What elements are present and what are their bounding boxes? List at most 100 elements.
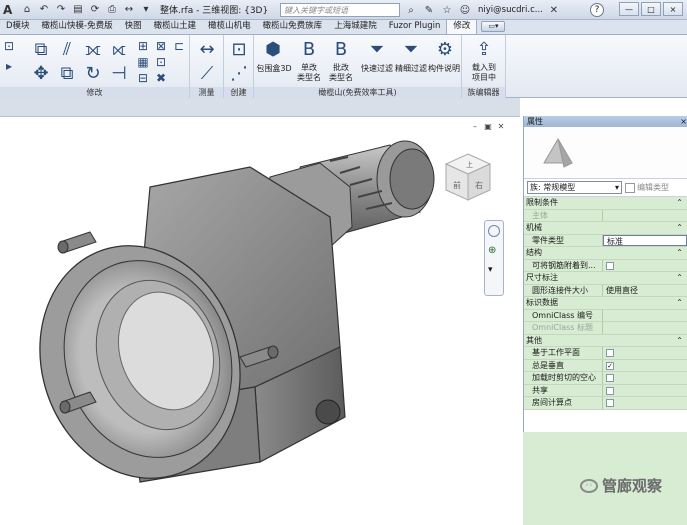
room-calc-checkbox[interactable] xyxy=(606,399,614,407)
prop-row[interactable]: 主体 xyxy=(524,209,687,222)
view-cube-right-label[interactable]: 右 xyxy=(475,180,483,190)
batch-type-icon[interactable]: B xyxy=(330,39,352,61)
exchange-icon[interactable]: ✕ xyxy=(547,3,561,17)
split-icon[interactable]: ⊞ xyxy=(136,39,150,53)
properties-close-icon[interactable]: × xyxy=(680,116,687,127)
tab-olive-library[interactable]: 橄榄山免费族库 xyxy=(257,20,329,34)
delete-icon[interactable]: ✖ xyxy=(154,71,168,85)
view-cube-front-label[interactable]: 前 xyxy=(453,180,461,190)
star-icon[interactable]: ☆ xyxy=(440,3,454,17)
tab-modify[interactable]: 修改 xyxy=(446,19,478,34)
viewport-close-icon[interactable]: ✕ xyxy=(496,122,506,132)
prop-row[interactable]: 零件类型 标准 xyxy=(524,234,687,247)
app-menu-button[interactable]: A xyxy=(3,3,17,17)
load-project-label-1[interactable]: 载入到 xyxy=(464,63,504,73)
component-desc-icon[interactable]: ⚙ xyxy=(434,39,456,61)
quick-filter-label[interactable]: 快速过滤 xyxy=(358,64,396,74)
prop-row[interactable]: 基于工作平面 xyxy=(524,347,687,360)
offset-icon[interactable]: ▸ xyxy=(2,59,16,73)
type-name-label-2[interactable]: 类型名 xyxy=(324,73,358,83)
offset-tool-icon[interactable]: ⫽ xyxy=(56,39,78,61)
scale-icon[interactable]: ⊟ xyxy=(136,71,150,85)
viewport-restore-icon[interactable]: ▣ xyxy=(483,122,493,132)
tab-olive-civil[interactable]: 橄榄山土建 xyxy=(148,20,203,34)
array-icon[interactable]: ▦ xyxy=(136,55,150,69)
type-selector[interactable]: 族: 常规模型 xyxy=(527,181,622,194)
binoculars-icon[interactable]: ⌕ xyxy=(404,3,418,17)
tab-fuzor[interactable]: Fuzor Plugin xyxy=(383,20,447,34)
user-name[interactable]: niyi@sucdri.c... xyxy=(478,5,543,15)
view-cube-top-label[interactable]: 上 xyxy=(466,160,473,169)
edit-type-button[interactable]: 编辑类型 xyxy=(625,182,669,193)
zoom-icon[interactable]: ⊕ xyxy=(488,245,500,257)
group-dimensions[interactable]: 尺寸标注 ⌃ xyxy=(524,272,687,285)
user-icon[interactable]: ☺ xyxy=(458,3,472,17)
rebar-attach-checkbox[interactable] xyxy=(606,261,614,270)
load-into-project-icon[interactable]: ⇪ xyxy=(473,39,495,61)
steering-wheel-icon[interactable] xyxy=(488,225,500,237)
undo-icon[interactable]: ↶ xyxy=(37,3,51,17)
sync-icon[interactable]: ⟳ xyxy=(88,3,102,17)
pin-icon[interactable]: ⊠ xyxy=(154,39,168,53)
prop-row[interactable]: OmniClass 标题 xyxy=(524,322,687,335)
part-type-field[interactable]: 标准 xyxy=(603,234,687,246)
redo-icon[interactable]: ↷ xyxy=(54,3,68,17)
tab-d-module[interactable]: D模块 xyxy=(0,20,36,34)
prop-row[interactable]: 总是垂直 ✓ xyxy=(524,359,687,372)
minimize-button[interactable]: — xyxy=(619,2,639,16)
single-type-icon[interactable]: B xyxy=(298,39,320,61)
group-other[interactable]: 其他 ⌃ xyxy=(524,334,687,347)
prop-row[interactable]: OmniClass 编号 xyxy=(524,309,687,322)
prop-row[interactable]: 房间计算点 xyxy=(524,397,687,410)
trim-icon[interactable]: ⊣ xyxy=(108,63,130,85)
close-button[interactable]: × xyxy=(663,2,683,16)
measure-icon[interactable]: ↔ xyxy=(122,3,136,17)
work-plane-checkbox[interactable] xyxy=(606,349,614,357)
align-icon[interactable]: ⊡ xyxy=(2,39,16,53)
extend-icon[interactable]: ⊏ xyxy=(172,39,186,53)
group-mechanical[interactable]: 机械 ⌃ xyxy=(524,222,687,235)
help-button[interactable]: ? xyxy=(590,3,604,17)
component-desc-label[interactable]: 构件说明 xyxy=(426,64,462,74)
load-project-label-2[interactable]: 项目中 xyxy=(464,73,504,83)
search-input[interactable]: 键入关键字或短语 xyxy=(280,3,400,17)
fine-filter-label[interactable]: 精细过滤 xyxy=(392,64,430,74)
single-change-label[interactable]: 单改 xyxy=(294,63,324,73)
prop-row[interactable]: 共享 xyxy=(524,384,687,397)
batch-change-label[interactable]: 批改 xyxy=(326,63,356,73)
type-name-label-1[interactable]: 类型名 xyxy=(292,73,326,83)
cut-void-checkbox[interactable] xyxy=(606,374,614,382)
prop-row[interactable]: 可将钢筋附着到... xyxy=(524,259,687,272)
group-constraints[interactable]: 限制条件 ⌃ xyxy=(524,197,687,210)
bbox-3d-label[interactable]: 包围盒3D xyxy=(256,64,292,74)
prop-row[interactable]: 圆形连接件大小 使用直径 xyxy=(524,284,687,297)
shared-checkbox[interactable] xyxy=(606,386,614,395)
create-group-icon[interactable]: ⊡ xyxy=(228,39,250,61)
ribbon-minimize-icon[interactable]: ▭▾ xyxy=(481,21,506,32)
always-vertical-checkbox[interactable]: ✓ xyxy=(606,361,614,370)
print-icon[interactable]: ⎙ xyxy=(105,3,119,17)
group-identity[interactable]: 标识数据 ⌃ xyxy=(524,297,687,310)
copy-icon[interactable]: ⧉ xyxy=(30,39,52,61)
copy-tool-icon[interactable]: ⧉ xyxy=(56,63,78,85)
view-cube[interactable]: 上 前 右 xyxy=(442,150,494,206)
tab-olive-quick[interactable]: 橄榄山快模-免费版 xyxy=(36,20,119,34)
dropdown-icon[interactable]: ▾ xyxy=(139,3,153,17)
mirror-draw-icon[interactable]: ⟖ xyxy=(108,39,130,61)
save-icon[interactable]: ▤ xyxy=(71,3,85,17)
group-structure[interactable]: 结构 ⌃ xyxy=(524,247,687,260)
home-icon[interactable]: ⌂ xyxy=(20,3,34,17)
move-icon[interactable]: ✥ xyxy=(30,63,52,85)
create-similar-icon[interactable]: ⋰ xyxy=(228,63,250,85)
measure-distance-icon[interactable]: ↔ xyxy=(196,39,218,61)
unpin-icon[interactable]: ⊡ xyxy=(154,55,168,69)
mirror-icon[interactable]: ⟗ xyxy=(82,39,104,61)
viewport-minimize-icon[interactable]: – xyxy=(470,122,480,132)
tab-olive-mep[interactable]: 橄榄山机电 xyxy=(202,20,257,34)
fine-filter-icon[interactable]: ⏷ xyxy=(400,39,422,61)
subscription-icon[interactable]: ✎ xyxy=(422,3,436,17)
rotate-icon[interactable]: ↻ xyxy=(82,63,104,85)
prop-row[interactable]: 加载时剪切的空心 xyxy=(524,372,687,385)
tab-quick-draw[interactable]: 快图 xyxy=(119,20,148,34)
bbox-3d-icon[interactable]: ⬢ xyxy=(262,39,284,61)
